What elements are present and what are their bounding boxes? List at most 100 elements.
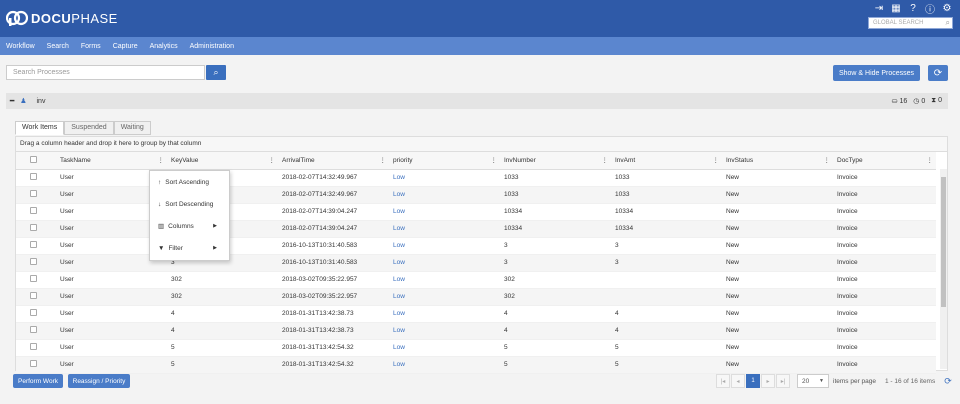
priority-link[interactable]: Low — [393, 259, 405, 266]
page-size-select[interactable]: 20 ▼ — [797, 374, 829, 388]
table-cell: User — [56, 288, 167, 306]
priority-link[interactable]: Low — [393, 174, 405, 181]
table-row[interactable]: User 4 2018-01-31T13:42:38.73 Low 4 4 New Invoi… — [16, 305, 936, 323]
priority-link[interactable]: Low — [393, 242, 405, 249]
column-menu-icon[interactable]: ⋮ — [380, 156, 387, 164]
column-menu-icon[interactable]: ⋮ — [158, 156, 165, 164]
row-checkbox[interactable] — [30, 190, 37, 197]
menu-sort-ascending[interactable]: ↑ Sort Ascending — [150, 171, 229, 193]
table-row[interactable]: User 4 2018-01-31T13:42:38.73 Low 4 4 New Invoi… — [16, 322, 936, 340]
row-checkbox[interactable] — [30, 292, 37, 299]
tab-suspended[interactable]: Suspended — [64, 121, 114, 135]
grid-scrollbar[interactable] — [940, 169, 947, 369]
priority-link[interactable]: Low — [393, 191, 405, 198]
priority-link[interactable]: Low — [393, 225, 405, 232]
process-group-bar[interactable]: ━ ♟ inv ⛀ 16 ◷ 0 ⧗ 0 — [6, 93, 948, 109]
menu-filter[interactable]: ▼ Filter ▶ — [150, 237, 229, 259]
nav-analytics[interactable]: Analytics — [150, 43, 178, 50]
nav-forms[interactable]: Forms — [81, 43, 101, 50]
priority-link[interactable]: Low — [393, 208, 405, 215]
building-icon[interactable]: ▦ — [891, 3, 901, 14]
row-checkbox[interactable] — [30, 309, 37, 316]
search-icon[interactable]: ⌕ — [946, 18, 950, 28]
priority-link[interactable]: Low — [393, 344, 405, 351]
work-tabs: Work Items Suspended Waiting — [15, 121, 151, 135]
column-menu-icon[interactable]: ⋮ — [824, 156, 831, 164]
column-header[interactable]: priority ⋮ — [389, 152, 500, 170]
table-cell: 3 — [611, 254, 722, 272]
table-cell: 5 — [167, 339, 278, 357]
tab-work-items[interactable]: Work Items — [15, 121, 65, 135]
column-menu-icon[interactable]: ⋮ — [269, 156, 276, 164]
next-page-button[interactable]: ▸ — [761, 374, 775, 388]
row-checkbox[interactable] — [30, 207, 37, 214]
menu-sort-descending[interactable]: ↓ Sort Descending — [150, 193, 229, 215]
menu-columns[interactable]: ▥ Columns ▶ — [150, 215, 229, 237]
group-drop-zone[interactable]: Drag a column header and drop it here to… — [16, 137, 947, 152]
column-menu-icon[interactable]: ⋮ — [491, 156, 498, 164]
global-search-input[interactable]: GLOBAL SEARCH ⌕ — [868, 17, 953, 29]
table-cell: Low — [389, 237, 500, 255]
row-checkbox[interactable] — [30, 241, 37, 248]
row-checkbox[interactable] — [30, 275, 37, 282]
row-checkbox[interactable] — [30, 173, 37, 180]
table-row[interactable]: User 5 2018-01-31T13:42:54.32 Low 5 5 New Invoi… — [16, 356, 936, 374]
row-select-cell — [16, 254, 56, 272]
logout-icon[interactable]: ⇥ — [874, 3, 884, 14]
table-row[interactable]: User 302 2018-03-02T09:35:22.957 Low 302 New I… — [16, 288, 936, 306]
row-select-cell — [16, 220, 56, 238]
priority-link[interactable]: Low — [393, 361, 405, 368]
column-menu-icon[interactable]: ⋮ — [713, 156, 720, 164]
priority-link[interactable]: Low — [393, 310, 405, 317]
table-cell — [611, 288, 722, 306]
column-header[interactable]: InvAmt ⋮ — [611, 152, 722, 170]
gear-icon[interactable]: ⚙ — [942, 3, 952, 14]
collapse-icon[interactable]: ━ — [10, 97, 14, 105]
docuphase-logo[interactable]: DOCUPHASE — [6, 9, 118, 27]
column-header[interactable]: TaskName ⋮ — [56, 152, 167, 170]
nav-search[interactable]: Search — [47, 43, 69, 50]
nav-administration[interactable]: Administration — [190, 43, 234, 50]
perform-work-button[interactable]: Perform Work — [13, 374, 63, 388]
scrollbar-thumb[interactable] — [941, 177, 946, 307]
priority-link[interactable]: Low — [393, 276, 405, 283]
prev-page-button[interactable]: ◂ — [731, 374, 745, 388]
help-icon[interactable]: ? — [908, 3, 918, 14]
priority-link[interactable]: Low — [393, 293, 405, 300]
refresh-icon[interactable]: ⟳ — [944, 376, 952, 387]
row-checkbox[interactable] — [30, 343, 37, 350]
nav-workflow[interactable]: Workflow — [6, 43, 35, 50]
column-header[interactable]: InvStatus ⋮ — [722, 152, 833, 170]
show-hide-processes-button[interactable]: Show & Hide Processes — [833, 65, 920, 81]
nav-capture[interactable]: Capture — [113, 43, 138, 50]
table-row[interactable]: User 302 2018-03-02T09:35:22.957 Low 302 New I… — [16, 271, 936, 289]
clock-count: ◷ 0 — [913, 98, 926, 105]
column-header[interactable]: ArrivalTime ⋮ — [278, 152, 389, 170]
group-name: inv — [36, 97, 46, 105]
row-checkbox[interactable] — [30, 224, 37, 231]
table-cell: Invoice — [833, 237, 936, 255]
last-page-button[interactable]: ▸| — [776, 374, 790, 388]
table-cell: 10334 — [500, 203, 611, 221]
search-processes-input[interactable]: Search Processes — [6, 65, 205, 80]
table-row[interactable]: User 5 2018-01-31T13:42:54.32 Low 5 5 New Invoi… — [16, 339, 936, 357]
priority-link[interactable]: Low — [393, 327, 405, 334]
column-header[interactable]: DocType ⋮ — [833, 152, 936, 170]
column-menu-icon[interactable]: ⋮ — [927, 156, 934, 164]
header-actions: ⇥ ▦ ? ⓘ ⚙ — [874, 3, 952, 16]
page-button[interactable]: 1 — [746, 374, 760, 388]
row-checkbox[interactable] — [30, 258, 37, 265]
column-header[interactable]: KeyValue ⋮ — [167, 152, 278, 170]
select-all-checkbox[interactable] — [30, 155, 37, 163]
search-button[interactable]: ⌕ — [206, 65, 226, 80]
group-counts: ⛀ 16 ◷ 0 ⧗ 0 — [892, 97, 942, 105]
refresh-button[interactable]: ⟳ — [928, 65, 948, 81]
column-header[interactable]: InvNumber ⋮ — [500, 152, 611, 170]
first-page-button[interactable]: |◂ — [716, 374, 730, 388]
info-icon[interactable]: ⓘ — [925, 3, 935, 16]
row-checkbox[interactable] — [30, 326, 37, 333]
row-checkbox[interactable] — [30, 360, 37, 367]
reassign-priority-button[interactable]: Reassign / Priority — [68, 374, 130, 388]
column-menu-icon[interactable]: ⋮ — [602, 156, 609, 164]
tab-waiting[interactable]: Waiting — [113, 121, 151, 135]
